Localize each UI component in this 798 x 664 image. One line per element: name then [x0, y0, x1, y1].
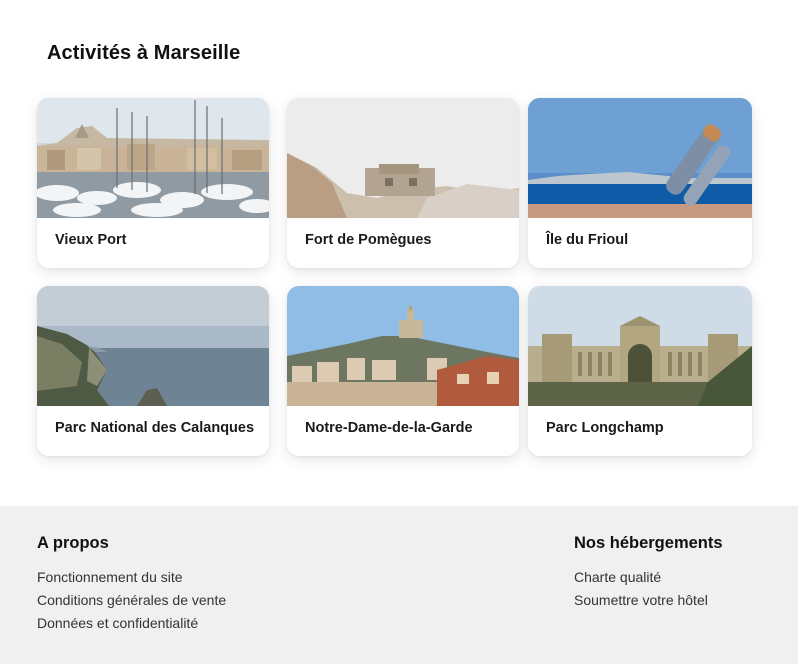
activity-label: Parc National des Calanques [55, 420, 255, 436]
activity-card-parc-longchamp[interactable]: Parc Longchamp [528, 286, 752, 456]
footer-lodging-section: Nos hébergements Charte qualité Soumettr… [574, 534, 723, 612]
footer-link-soumettre-hotel[interactable]: Soumettre votre hôtel [574, 589, 723, 612]
footer-link-cgv[interactable]: Conditions générales de vente [37, 589, 226, 612]
footer-link-fonctionnement[interactable]: Fonctionnement du site [37, 566, 226, 589]
sea-island-telescope-photo [528, 98, 752, 218]
activity-label: Vieux Port [55, 232, 127, 248]
activity-label: Notre-Dame-de-la-Garde [305, 420, 473, 436]
activity-card-vieux-port[interactable]: Vieux Port [37, 98, 269, 268]
activity-card-notre-dame-de-la-garde[interactable]: Notre-Dame-de-la-Garde [287, 286, 519, 456]
footer-link-charte-qualite[interactable]: Charte qualité [574, 566, 723, 589]
activity-label: Île du Frioul [546, 232, 629, 248]
footer-about-title: A propos [37, 534, 109, 552]
harbor-boats-photo [37, 98, 269, 218]
activity-card-fort-de-pomegues[interactable]: Fort de Pomègues [287, 98, 519, 268]
footer: A propos Fonctionnement du site Conditio… [0, 506, 798, 664]
cliffs-sea-photo [37, 286, 269, 406]
footer-about-section: A propos Fonctionnement du site Conditio… [37, 534, 226, 635]
activity-card-parc-national-des-calanques[interactable]: Parc National des Calanques [37, 286, 269, 456]
rocky-fort-photo [287, 98, 519, 218]
hilltop-basilica-city-photo [287, 286, 519, 406]
footer-link-confidentialite[interactable]: Données et confidentialité [37, 612, 226, 635]
footer-lodging-title: Nos hébergements [574, 534, 723, 552]
activity-label: Fort de Pomègues [305, 232, 432, 248]
section-title: Activités à Marseille [47, 42, 241, 64]
palace-colonnade-photo [528, 286, 752, 406]
activity-card-ile-du-frioul[interactable]: Île du Frioul [528, 98, 752, 268]
activity-label: Parc Longchamp [546, 420, 664, 436]
